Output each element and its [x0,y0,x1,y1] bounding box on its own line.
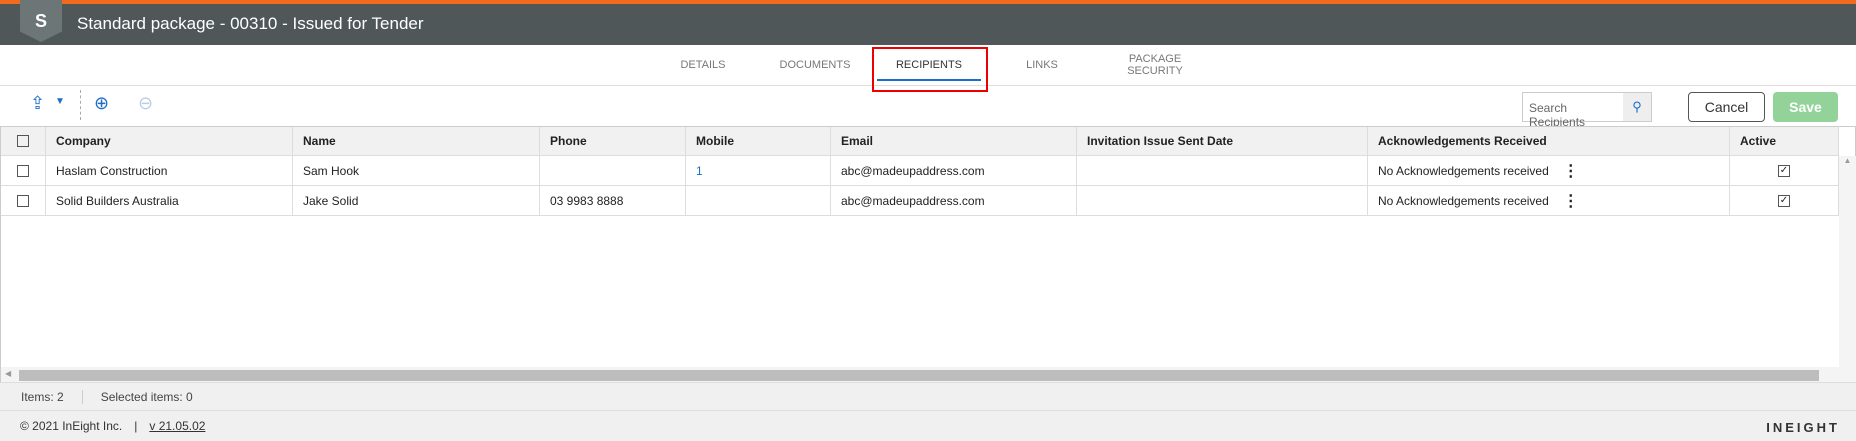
items-count: Items: 2 [0,389,83,404]
active-checkbox[interactable]: ✓ [1730,186,1839,216]
row-checkbox[interactable] [1,186,46,216]
name-cell: Sam Hook [293,156,540,186]
col-name[interactable]: Name [293,127,540,156]
sent-date-cell [1077,156,1368,186]
footer-separator: | [134,419,138,433]
remove-icon[interactable]: ⊖ [138,93,153,114]
col-mobile[interactable]: Mobile [686,127,831,156]
email-cell: abc@madeupaddress.com [831,186,1077,216]
vertical-scrollbar[interactable]: ▲ [1839,156,1856,383]
copyright: © 2021 InEight Inc. [20,419,123,433]
tab-package-security[interactable]: PACKAGE SECURITY [1120,45,1190,85]
more-options-icon[interactable]: ⋮ [1563,161,1579,181]
email-cell: abc@madeupaddress.com [831,156,1077,186]
search-icon[interactable]: ⚲ [1623,93,1651,121]
phone-cell [540,156,686,186]
col-phone[interactable]: Phone [540,127,686,156]
version-link[interactable]: v 21.05.02 [149,419,205,433]
tab-links[interactable]: LINKS [982,45,1102,85]
app-header: S Standard package - 00310 - Issued for … [0,0,1856,45]
page-title: Standard package - 00310 - Issued for Te… [77,14,424,33]
col-email[interactable]: Email [831,127,1077,156]
cancel-button[interactable]: Cancel [1688,92,1765,122]
col-active[interactable]: Active [1730,127,1839,156]
col-company[interactable]: Company [46,127,293,156]
mobile-cell [686,186,831,216]
table-header: Company Name Phone Mobile Email Invitati… [1,127,1839,156]
status-bar: Items: 2 Selected items: 0 [0,382,1856,411]
company-cell: Solid Builders Australia [46,186,293,216]
toolbar-divider [80,90,81,120]
col-invitation-date[interactable]: Invitation Issue Sent Date [1077,127,1368,156]
company-cell: Haslam Construction [46,156,293,186]
footer: © 2021 InEight Inc. | v 21.05.02 INEIGHT [0,411,1856,441]
mobile-cell: 1 [686,156,831,186]
selected-count: Selected items: 0 [100,389,193,404]
chevron-down-icon[interactable]: ▼ [55,96,65,107]
tab-documents[interactable]: DOCUMENTS [755,45,875,85]
horizontal-scrollbar[interactable]: ◀ [1,367,1839,383]
phone-cell: 03 9983 8888 [540,186,686,216]
add-icon[interactable]: ⊕ [94,93,109,114]
table-row[interactable]: Haslam Construction Sam Hook 1 abc@madeu… [1,156,1839,186]
name-cell: Jake Solid [293,186,540,216]
ack-cell: No Acknowledgements received ⋮ [1368,156,1730,186]
search-recipients-input[interactable]: Search Recipients ⚲ [1522,92,1652,129]
save-button[interactable]: Save [1773,92,1838,122]
table-row[interactable]: Solid Builders Australia Jake Solid 03 9… [1,186,1839,216]
ack-cell: No Acknowledgements received ⋮ [1368,186,1730,216]
more-options-icon[interactable]: ⋮ [1563,191,1579,211]
scrollbar-thumb[interactable] [19,370,1819,381]
select-all-checkbox[interactable] [1,127,46,156]
export-icon[interactable]: ⇪ [30,93,45,114]
brand-logo: INEIGHT [1766,420,1840,435]
col-acknowledgements[interactable]: Acknowledgements Received [1368,127,1730,156]
app-logo: S [20,0,62,42]
row-checkbox[interactable] [1,156,46,186]
active-checkbox[interactable]: ✓ [1730,156,1839,186]
tab-details[interactable]: DETAILS [643,45,763,85]
sent-date-cell [1077,186,1368,216]
recipients-grid: Company Name Phone Mobile Email Invitati… [0,126,1856,383]
